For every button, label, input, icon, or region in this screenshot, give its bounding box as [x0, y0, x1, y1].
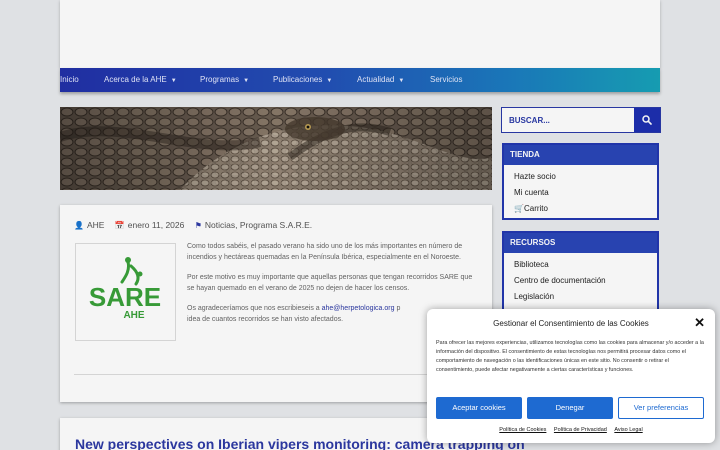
- tienda-item-hazte-socio[interactable]: Hazte socio: [514, 169, 657, 185]
- cookie-links: Política de Cookies Política de Privacid…: [427, 427, 715, 433]
- cookie-consent-dialog: Gestionar el Consentimiento de las Cooki…: [427, 309, 715, 443]
- chevron-down-icon: ▼: [243, 78, 250, 84]
- widget-title-tienda: TIENDA: [504, 145, 657, 165]
- sare-logo: SARE AHE: [89, 257, 161, 321]
- close-icon[interactable]: ✕: [694, 315, 705, 331]
- privacy-policy-link[interactable]: Política de Privacidad: [554, 427, 607, 433]
- tienda-item-carrito[interactable]: 🛒Carrito: [514, 201, 657, 217]
- cookie-policy-link[interactable]: Política de Cookies: [499, 427, 546, 433]
- cookie-text: Para ofrecer las mejores experiencias, u…: [436, 340, 704, 373]
- nav-item-actualidad[interactable]: Actualidad ▼: [357, 68, 404, 92]
- recursos-item-biblioteca[interactable]: Biblioteca: [514, 257, 657, 273]
- post-author[interactable]: AHE: [87, 220, 104, 230]
- sidebar-search: [501, 107, 661, 133]
- legal-notice-link[interactable]: Aviso Legal: [614, 427, 642, 433]
- search-icon: [642, 115, 652, 125]
- chevron-down-icon: ▼: [398, 78, 405, 84]
- post-divider: [74, 374, 478, 375]
- tag-icon: ⚑: [194, 221, 202, 230]
- search-button[interactable]: [634, 108, 660, 132]
- widget-title-recursos: RECURSOS: [504, 233, 657, 253]
- email-link[interactable]: ahe@herpetologica.org: [322, 305, 395, 312]
- recursos-item-legislacion[interactable]: Legislación: [514, 289, 657, 305]
- cookie-title: Gestionar el Consentimiento de las Cooki…: [493, 319, 649, 328]
- post-date[interactable]: enero 11, 2026: [128, 220, 185, 230]
- widget-tienda: TIENDA Hazte socio Mi cuenta 🛒Carrito: [502, 143, 659, 220]
- search-input[interactable]: [502, 108, 634, 132]
- snake-image: [60, 107, 492, 190]
- widget-recursos: RECURSOS Biblioteca Centro de documentac…: [502, 231, 659, 321]
- logo-text-main: SARE: [89, 282, 161, 312]
- hero-image: [60, 107, 492, 190]
- chevron-down-icon: ▼: [326, 78, 333, 84]
- calendar-icon: 📅: [114, 221, 125, 230]
- tienda-item-mi-cuenta[interactable]: Mi cuenta: [514, 185, 657, 201]
- view-preferences-button[interactable]: Ver preferencias: [618, 397, 704, 419]
- post-categories[interactable]: Noticias, Programa S.A.R.E.: [205, 220, 312, 230]
- nav-item-programas[interactable]: Programas ▼: [200, 68, 249, 92]
- cart-icon: 🛒: [514, 204, 524, 213]
- nav-item-publicaciones[interactable]: Publicaciones ▼: [273, 68, 332, 92]
- chevron-down-icon: ▼: [170, 78, 177, 84]
- recursos-item-centro-documentacion[interactable]: Centro de documentación: [514, 273, 657, 289]
- accept-cookies-button[interactable]: Aceptar cookies: [436, 397, 522, 419]
- post-paragraph-1: Como todos sabéis, el pasado verano ha s…: [187, 243, 463, 261]
- logo-text-sub: AHE: [123, 310, 144, 321]
- user-icon: 👤: [74, 221, 84, 230]
- nav-item-servicios[interactable]: Servicios: [430, 68, 462, 92]
- deny-cookies-button[interactable]: Denegar: [527, 397, 613, 419]
- post-thumbnail[interactable]: SARE AHE: [75, 243, 176, 341]
- nav-item-acerca[interactable]: Acerca de la AHE ▼: [104, 68, 177, 92]
- post-meta: 👤 AHE 📅 enero 11, 2026 ⚑ Noticias, Programa…: [74, 220, 312, 230]
- site-header: [60, 0, 660, 68]
- main-nav: Inicio Acerca de la AHE ▼ Programas ▼ Publ…: [60, 68, 660, 92]
- nav-item-inicio[interactable]: Inicio: [60, 68, 79, 92]
- post-paragraph-2: Por este motivo es muy importante que aq…: [187, 274, 473, 292]
